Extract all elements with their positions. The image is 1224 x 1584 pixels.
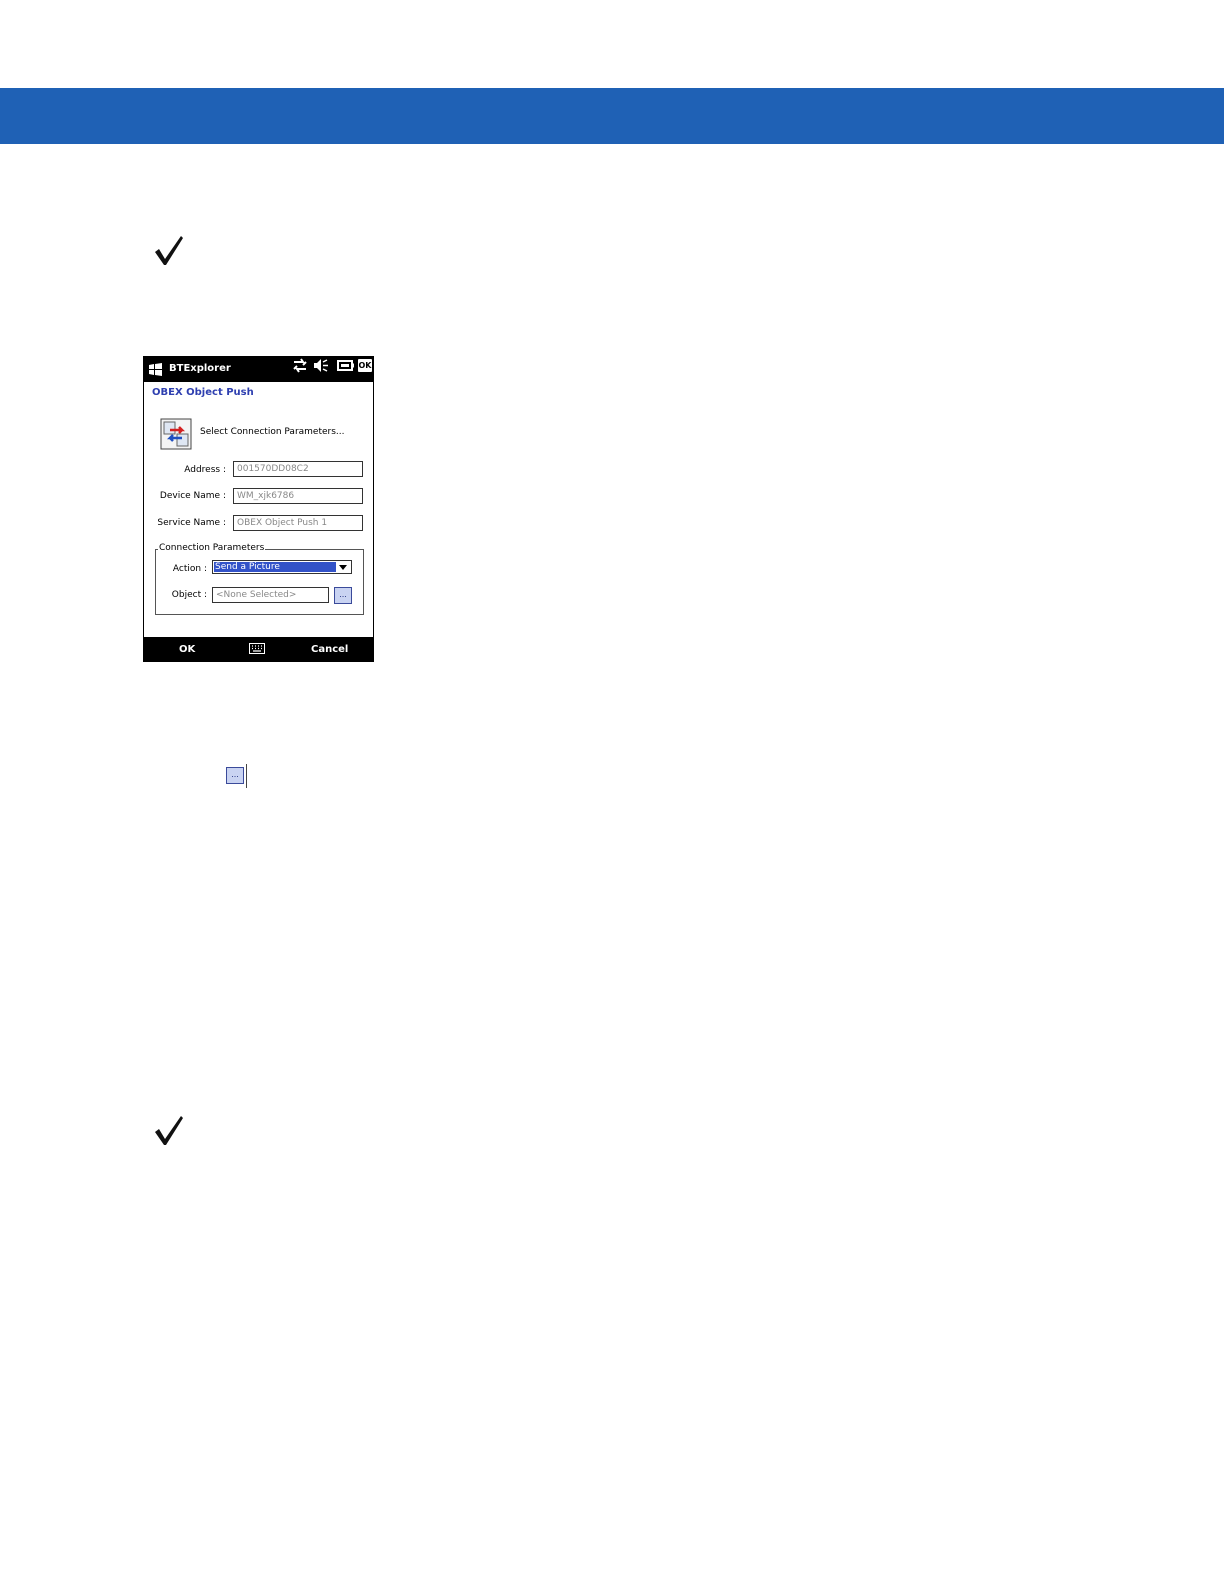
- checkmark-icon: [152, 1114, 186, 1148]
- service-name-label: Service Name :: [157, 518, 226, 528]
- connectivity-icon[interactable]: [292, 357, 308, 374]
- softkey-bar: OK Cancel: [144, 637, 373, 661]
- action-select-value: Send a Picture: [214, 562, 336, 572]
- title-bar: BTExplorer OK: [144, 357, 373, 382]
- device-name-label: Device Name :: [159, 491, 226, 501]
- device-name-field[interactable]: WM_xjk6786: [233, 488, 363, 504]
- address-label: Address :: [184, 465, 226, 475]
- object-field[interactable]: <None Selected>: [212, 587, 329, 603]
- cancel-softkey[interactable]: Cancel: [311, 643, 348, 657]
- obex-connection-icon: [160, 418, 192, 450]
- checkmark-icon: [152, 234, 186, 268]
- browse-button[interactable]: ...: [334, 587, 352, 604]
- group-legend: Connection Parameters: [158, 543, 266, 553]
- action-label: Action :: [172, 564, 207, 574]
- text-cursor: [246, 764, 247, 788]
- windows-logo-icon[interactable]: [148, 362, 163, 377]
- header-band: [0, 88, 1224, 144]
- connection-parameters-group: [155, 549, 364, 615]
- ok-softkey[interactable]: OK: [179, 643, 195, 657]
- speaker-muted-icon[interactable]: [313, 357, 329, 374]
- chevron-down-icon[interactable]: [336, 562, 350, 572]
- object-label: Object :: [171, 590, 207, 600]
- device-screenshot: BTExplorer OK OBEX Object Push Select Co…: [143, 356, 374, 662]
- action-select[interactable]: Send a Picture: [212, 560, 352, 574]
- title-ok-button[interactable]: OK: [358, 359, 372, 372]
- inline-browse-button: ...: [226, 767, 244, 784]
- keyboard-icon[interactable]: [249, 643, 265, 654]
- address-field[interactable]: 001570DD08C2: [233, 461, 363, 477]
- connection-prompt: Select Connection Parameters...: [200, 427, 345, 437]
- dialog-title: OBEX Object Push: [152, 387, 254, 398]
- battery-icon[interactable]: [337, 357, 355, 374]
- app-title: BTExplorer: [169, 363, 231, 374]
- service-name-field[interactable]: OBEX Object Push 1: [233, 515, 363, 531]
